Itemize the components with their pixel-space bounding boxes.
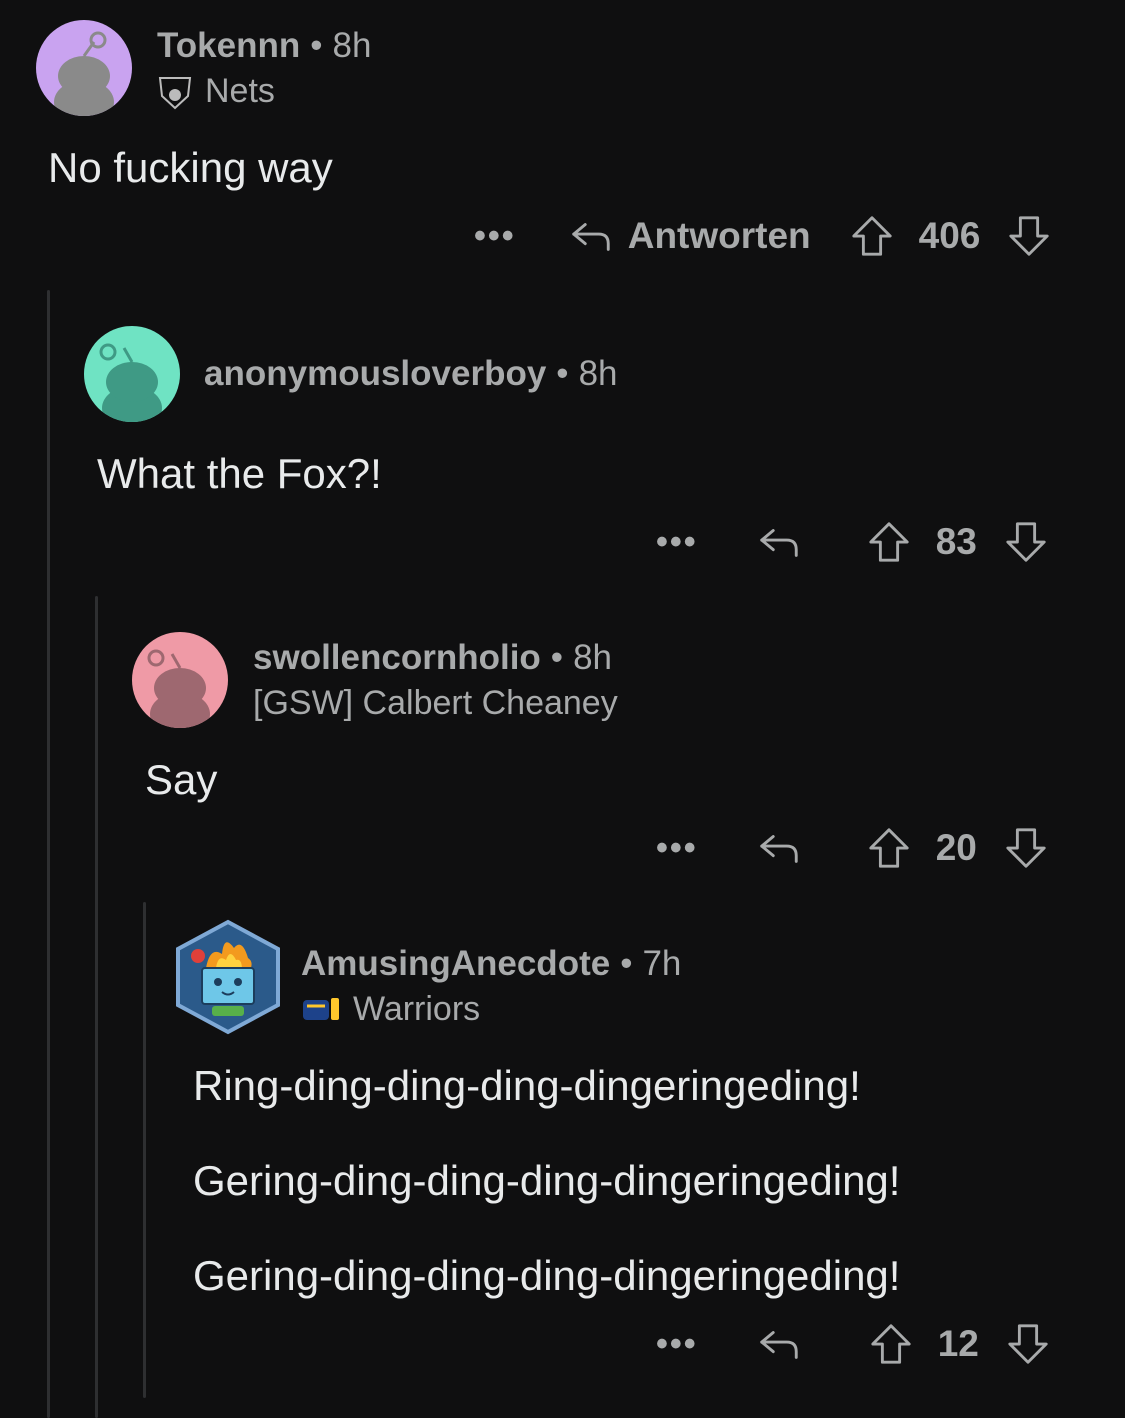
comment-body: What the Fox?! xyxy=(97,450,382,497)
upvote-arrow-icon xyxy=(871,1324,911,1364)
vote-score: 406 xyxy=(918,215,981,256)
upvote-arrow-icon xyxy=(852,216,892,256)
thread-line-2[interactable] xyxy=(95,596,98,1418)
downvote-arrow-icon xyxy=(1006,522,1046,562)
more-options-button[interactable]: ••• xyxy=(656,523,698,562)
user-flair: Nets xyxy=(157,72,275,111)
separator: • xyxy=(310,26,323,65)
reply-button[interactable] xyxy=(756,825,802,871)
timestamp: 8h xyxy=(578,354,618,393)
username[interactable]: anonymousloverboy xyxy=(204,354,546,393)
downvote-arrow-icon xyxy=(1009,216,1050,256)
reply-icon xyxy=(760,1331,798,1359)
comment-meta: swollencornholio • 8h xyxy=(253,638,612,678)
comment-body: No fucking way xyxy=(48,144,333,191)
user-flair: [GSW] Calbert Cheaney xyxy=(253,684,618,723)
user-flair: Warriors xyxy=(301,990,480,1029)
more-options-button[interactable]: ••• xyxy=(474,217,516,256)
flair-text: Nets xyxy=(205,72,275,110)
burning-dumpster-avatar-icon xyxy=(176,919,280,1035)
reply-label: Antworten xyxy=(627,215,811,256)
downvote-button[interactable] xyxy=(1005,1321,1051,1367)
more-options-button[interactable]: ••• xyxy=(656,1325,698,1364)
downvote-button[interactable] xyxy=(1003,519,1049,565)
nets-logo-icon xyxy=(157,74,193,110)
username[interactable]: swollencornholio xyxy=(253,638,541,677)
downvote-arrow-icon xyxy=(1008,1324,1048,1364)
reply-icon xyxy=(760,835,798,863)
comment-actions: ••• 12 xyxy=(656,1314,1051,1374)
upvote-button[interactable] xyxy=(866,825,912,871)
timestamp: 8h xyxy=(332,26,372,65)
downvote-button[interactable] xyxy=(1003,825,1049,871)
avatar[interactable] xyxy=(132,632,228,728)
downvote-button[interactable] xyxy=(1006,213,1052,259)
vote-score: 12 xyxy=(937,1323,979,1364)
upvote-button[interactable] xyxy=(866,519,912,565)
comment-meta: Tokennn • 8h xyxy=(157,26,371,66)
avatar[interactable] xyxy=(172,918,284,1036)
flair-text: Warriors xyxy=(353,990,481,1028)
timestamp: 8h xyxy=(573,638,612,677)
upvote-arrow-icon xyxy=(869,522,909,562)
upvote-arrow-icon xyxy=(869,828,909,868)
avatar[interactable] xyxy=(36,20,132,116)
separator: • xyxy=(556,354,569,393)
upvote-button[interactable] xyxy=(868,1321,914,1367)
thread-line-3[interactable] xyxy=(143,902,146,1398)
snoo-avatar-icon xyxy=(36,20,132,116)
reply-icon xyxy=(572,223,610,251)
snoo-avatar-icon xyxy=(84,326,180,422)
comment-body-line: Gering-ding-ding-ding-dingeringeding! xyxy=(193,1157,901,1204)
reply-button[interactable] xyxy=(756,519,802,565)
timestamp: 7h xyxy=(642,944,682,983)
comment-actions: ••• 20 xyxy=(656,818,1049,878)
reply-button[interactable]: Antworten xyxy=(568,213,811,259)
comment-body-line: Gering-ding-ding-ding-dingeringeding! xyxy=(193,1252,901,1299)
reply-icon xyxy=(760,529,798,557)
flair-text: [GSW] Calbert Cheaney xyxy=(253,684,618,722)
vote-score: 20 xyxy=(935,827,977,868)
reply-button[interactable] xyxy=(756,1321,802,1367)
more-options-button[interactable]: ••• xyxy=(656,829,698,868)
warriors-logo-icon xyxy=(301,992,341,1028)
comment-body-line: Ring-ding-ding-ding-dingeringeding! xyxy=(193,1062,861,1109)
upvote-button[interactable] xyxy=(849,213,895,259)
vote-score: 83 xyxy=(935,521,977,562)
thread-line-1[interactable] xyxy=(47,290,50,1418)
avatar[interactable] xyxy=(84,326,180,422)
separator: • xyxy=(620,944,633,983)
comment-body: Say xyxy=(145,756,218,803)
downvote-arrow-icon xyxy=(1006,828,1046,868)
separator: • xyxy=(550,638,564,677)
comment-meta: anonymousloverboy • 8h xyxy=(204,354,618,394)
comment-actions: ••• 83 xyxy=(656,512,1049,572)
snoo-avatar-icon xyxy=(132,632,228,728)
comment-meta: AmusingAnecdote • 7h xyxy=(301,944,681,984)
username[interactable]: AmusingAnecdote xyxy=(301,944,610,983)
username[interactable]: Tokennn xyxy=(157,26,300,65)
comment-actions: ••• Antworten 406 xyxy=(474,206,1052,266)
